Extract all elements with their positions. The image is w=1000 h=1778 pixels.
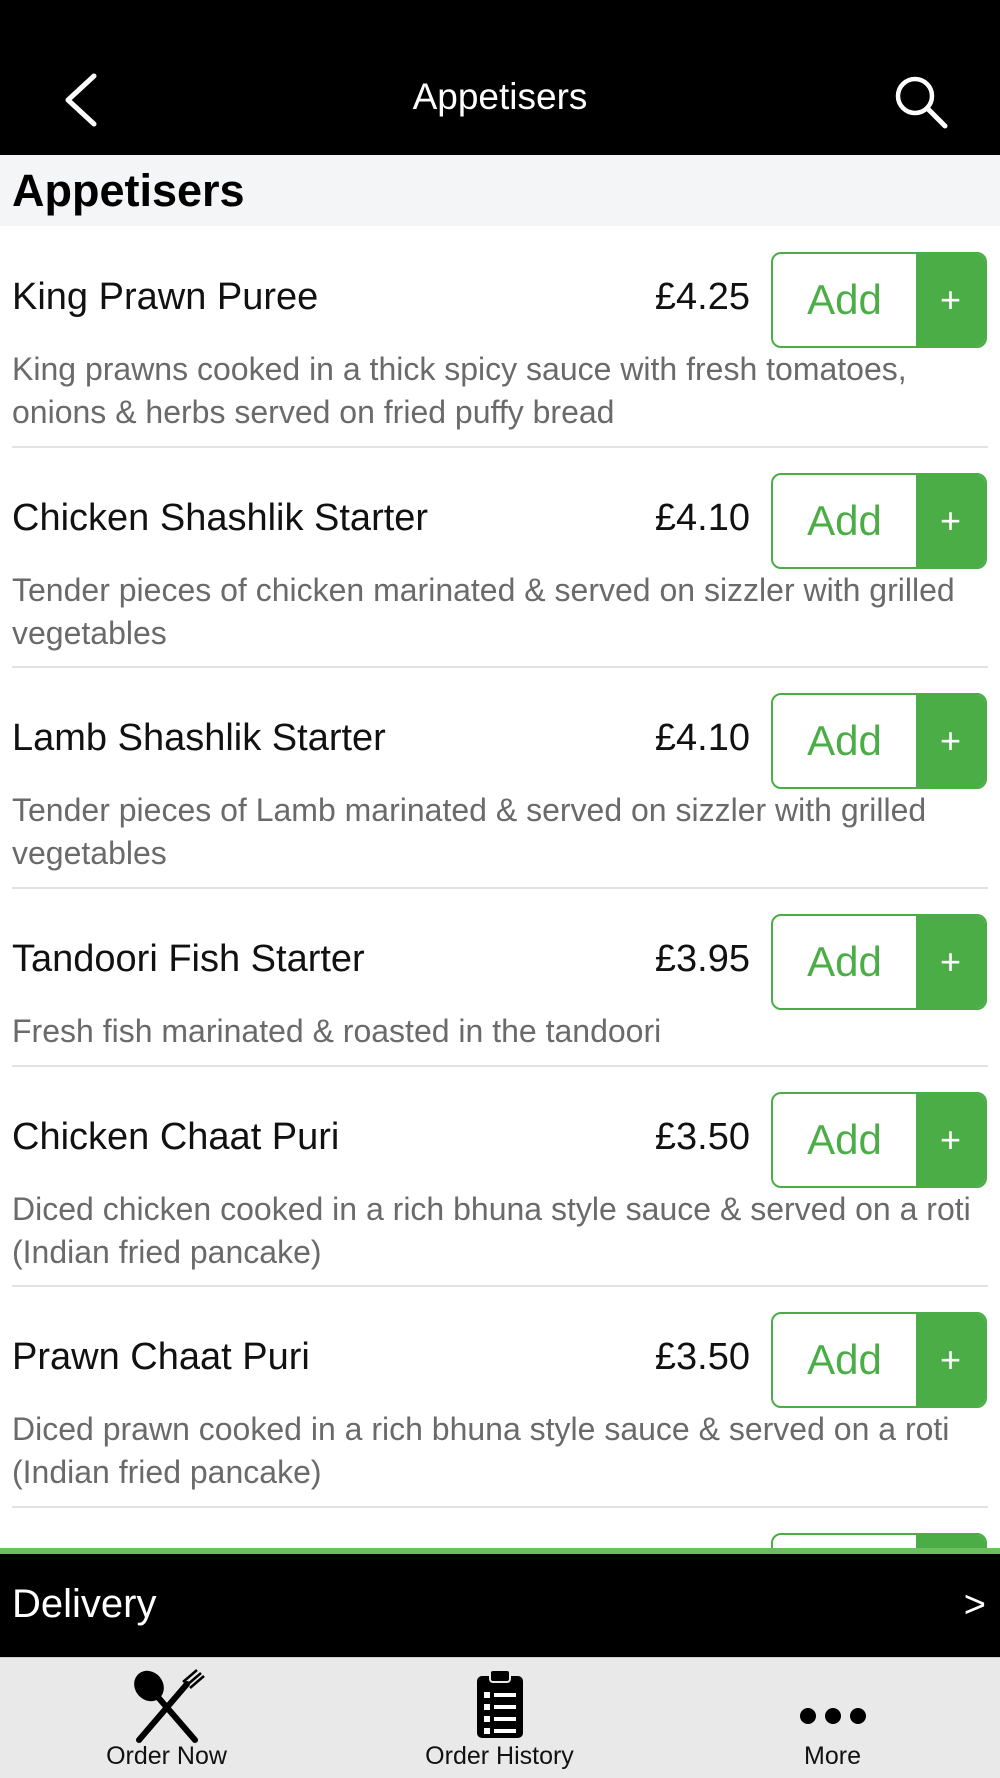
item-price: £3.50 bbox=[654, 1116, 750, 1158]
page-title: Appetisers bbox=[412, 76, 588, 117]
add-button-label: Add bbox=[807, 1336, 882, 1383]
add-button-label: Add bbox=[807, 717, 882, 764]
tab-label: Order Now bbox=[106, 1742, 227, 1770]
item-name: Chicken Chaat Puri bbox=[12, 1116, 340, 1158]
search-icon[interactable] bbox=[893, 74, 949, 130]
item-description: Tender pieces of chicken marinated & ser… bbox=[12, 572, 955, 651]
add-button-label: Add bbox=[807, 938, 882, 985]
menu-item bbox=[0, 1508, 1000, 1548]
chevron-right-icon: > bbox=[963, 1584, 986, 1626]
add-button[interactable] bbox=[771, 1533, 987, 1548]
section-header: Appetisers bbox=[0, 155, 1000, 226]
top-nav-bar: Appetisers bbox=[0, 0, 1000, 155]
item-name: Lamb Shashlik Starter bbox=[12, 717, 386, 759]
plus-icon: + bbox=[916, 475, 985, 567]
add-button[interactable]: Add + bbox=[771, 693, 987, 789]
item-description: King prawns cooked in a thick spicy sauc… bbox=[12, 351, 907, 430]
item-name: Prawn Chaat Puri bbox=[12, 1336, 310, 1378]
item-name: King Prawn Puree bbox=[12, 276, 319, 318]
item-description: Diced chicken cooked in a rich bhuna sty… bbox=[12, 1191, 971, 1270]
tab-label: More bbox=[804, 1742, 861, 1770]
item-description: Tender pieces of Lamb marinated & served… bbox=[12, 792, 927, 871]
fork-knife-icon bbox=[133, 1669, 205, 1743]
clipboard-list-icon bbox=[476, 1669, 523, 1738]
plus-icon bbox=[916, 1535, 985, 1548]
tab-bar: Order Now Order History More bbox=[0, 1657, 1000, 1778]
add-button-label: Add bbox=[807, 497, 882, 544]
item-price: £3.50 bbox=[654, 1336, 750, 1378]
menu-list[interactable]: King Prawn Puree £4.25 Add + King prawns… bbox=[0, 226, 1000, 1548]
add-button[interactable]: Add + bbox=[771, 914, 987, 1010]
add-button[interactable]: Add + bbox=[771, 473, 987, 569]
menu-item: Prawn Chaat Puri £3.50 Add + Diced prawn… bbox=[0, 1287, 1000, 1508]
menu-item: Chicken Chaat Puri £3.50 Add + Diced chi… bbox=[0, 1067, 1000, 1287]
tab-more[interactable]: More bbox=[666, 1658, 999, 1778]
item-description: Fresh fish marinated & roasted in the ta… bbox=[12, 1013, 662, 1049]
add-button[interactable]: Add + bbox=[771, 252, 987, 348]
add-button-label: Add bbox=[807, 1116, 882, 1163]
item-price: £3.95 bbox=[654, 938, 750, 980]
plus-icon: + bbox=[916, 1314, 985, 1406]
menu-item: Chicken Shashlik Starter £4.10 Add + Ten… bbox=[0, 448, 1000, 668]
plus-icon: + bbox=[916, 254, 985, 346]
item-price: £4.10 bbox=[654, 497, 750, 539]
plus-icon: + bbox=[916, 1094, 985, 1186]
tab-label: Order History bbox=[425, 1742, 574, 1770]
item-name: Tandoori Fish Starter bbox=[12, 938, 365, 980]
item-price: £4.10 bbox=[654, 717, 750, 759]
add-button-label: Add bbox=[807, 276, 882, 323]
tab-order-now[interactable]: Order Now bbox=[0, 1658, 333, 1778]
item-name: Chicken Shashlik Starter bbox=[12, 497, 429, 539]
item-price: £4.25 bbox=[654, 276, 750, 318]
more-dots-icon bbox=[799, 1708, 866, 1724]
section-title: Appetisers bbox=[12, 165, 245, 216]
menu-item: King Prawn Puree £4.25 Add + King prawns… bbox=[0, 226, 1000, 448]
plus-icon: + bbox=[916, 695, 985, 787]
add-button[interactable]: Add + bbox=[771, 1092, 987, 1188]
item-description: Diced prawn cooked in a rich bhuna style… bbox=[12, 1411, 950, 1490]
menu-item: Lamb Shashlik Starter £4.10 Add + Tender… bbox=[0, 668, 1000, 889]
tab-order-history[interactable]: Order History bbox=[333, 1658, 666, 1778]
delivery-bar[interactable]: Delivery > bbox=[0, 1554, 1000, 1657]
add-button[interactable]: Add + bbox=[771, 1312, 987, 1408]
menu-item: Tandoori Fish Starter £3.95 Add + Fresh … bbox=[0, 889, 1000, 1067]
plus-icon: + bbox=[916, 916, 985, 1008]
delivery-label: Delivery bbox=[12, 1582, 157, 1626]
